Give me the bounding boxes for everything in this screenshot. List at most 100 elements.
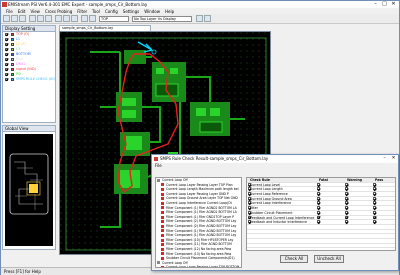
- report-icon[interactable]: [89, 15, 96, 22]
- pan-icon[interactable]: [63, 15, 70, 22]
- warning-checkbox[interactable]: [345, 192, 348, 196]
- warning-checkbox[interactable]: [345, 182, 348, 186]
- error-icon: [161, 229, 164, 233]
- maximize-button[interactable]: □: [380, 1, 389, 8]
- layer-checkbox[interactable]: [5, 37, 8, 41]
- rule-checkbox[interactable]: [248, 182, 251, 186]
- pass-checkbox[interactable]: [373, 196, 376, 200]
- rule-check-dialog: SMPS Rule Check Result-sample_smps_Cir_B…: [151, 154, 399, 271]
- pass-checkbox[interactable]: [373, 210, 376, 214]
- error-icon: [161, 243, 164, 247]
- layer-checkbox[interactable]: [5, 57, 8, 61]
- fatal-checkbox[interactable]: [317, 206, 320, 210]
- menu-config[interactable]: Config: [105, 9, 118, 14]
- warning-checkbox[interactable]: [345, 187, 348, 191]
- layer-checkbox[interactable]: [5, 67, 8, 71]
- layer-combo[interactable]: TOP: [99, 16, 129, 22]
- dialog-title: SMPS Rule Check Result-sample_smps_Cir_B…: [152, 155, 398, 163]
- fatal-checkbox[interactable]: [317, 182, 320, 186]
- refresh-icon[interactable]: [196, 15, 203, 22]
- menu-window[interactable]: Window: [144, 9, 160, 14]
- menu-file[interactable]: File: [6, 9, 13, 14]
- dialog-menu-file[interactable]: File: [155, 163, 162, 168]
- rule-check-icon[interactable]: [81, 15, 88, 22]
- rule-checkbox[interactable]: [248, 196, 251, 200]
- pass-checkbox[interactable]: [373, 206, 376, 210]
- layer-checkbox[interactable]: [5, 72, 8, 76]
- pass-checkbox[interactable]: [373, 220, 376, 224]
- global-view-title: Global View: [3, 126, 55, 132]
- rule-checkbox[interactable]: [248, 220, 251, 224]
- new-icon[interactable]: [3, 15, 10, 22]
- copper-pour: [124, 50, 146, 64]
- uncheck-all-button[interactable]: Uncheck All: [314, 255, 344, 263]
- fatal-checkbox[interactable]: [317, 196, 320, 200]
- layer-checkbox[interactable]: [5, 32, 8, 36]
- warning-checkbox[interactable]: [345, 220, 348, 224]
- rule-checkbox[interactable]: [248, 215, 251, 219]
- dialog-minimize-button[interactable]: –: [380, 155, 389, 163]
- error-icon: [161, 256, 164, 260]
- fatal-checkbox[interactable]: [317, 220, 320, 224]
- layer-checkbox[interactable]: [5, 42, 8, 46]
- layer-color-swatch: [11, 48, 14, 51]
- layer-row[interactable]: SMPS RULE CHECK (ID): [3, 77, 55, 82]
- close-button[interactable]: ✕: [389, 1, 398, 8]
- menu-view[interactable]: View: [30, 9, 40, 14]
- pass-checkbox[interactable]: [373, 215, 376, 219]
- result-tree[interactable]: Current Loop Off Current Loop Layer Passi…: [155, 177, 242, 268]
- measure-icon[interactable]: [71, 15, 78, 22]
- layer-checkbox[interactable]: [5, 47, 8, 51]
- settings-icon[interactable]: [204, 15, 211, 22]
- pass-checkbox[interactable]: [373, 201, 376, 205]
- warning-checkbox[interactable]: [345, 201, 348, 205]
- minimize-button[interactable]: –: [371, 1, 380, 8]
- layer-label: SMPS RULE CHECK (ID): [15, 77, 55, 81]
- select-icon[interactable]: [55, 15, 62, 22]
- rule-checkbox[interactable]: [248, 192, 251, 196]
- rule-checkbox[interactable]: [248, 201, 251, 205]
- menu-tool[interactable]: Tool: [92, 9, 100, 14]
- check-all-button[interactable]: Check All: [280, 255, 308, 263]
- pass-checkbox[interactable]: [373, 182, 376, 186]
- layer-checkbox[interactable]: [5, 77, 8, 81]
- open-icon[interactable]: [11, 15, 18, 22]
- layer-checkbox[interactable]: [5, 52, 8, 56]
- zoom-in-icon[interactable]: [29, 15, 36, 22]
- tree-item[interactable]: Current Loop Layer Passing Layer TOP BOT…: [156, 265, 241, 267]
- rule-checkbox[interactable]: [248, 210, 251, 214]
- global-view-canvas[interactable]: [5, 134, 53, 246]
- menu-edit[interactable]: Edit: [18, 9, 26, 14]
- fatal-checkbox[interactable]: [317, 187, 320, 191]
- fatal-checkbox[interactable]: [317, 210, 320, 214]
- title-bar: EMIStream PSI Ver6.4-301 EMC Expert - sa…: [1, 1, 399, 8]
- menu-help[interactable]: Help: [165, 9, 174, 14]
- rule-checkbox[interactable]: [248, 187, 251, 191]
- layer-color-swatch: [11, 68, 14, 71]
- warning-checkbox[interactable]: [345, 215, 348, 219]
- menu-settings[interactable]: Settings: [123, 9, 139, 14]
- menu-filter[interactable]: Filter: [77, 9, 87, 14]
- error-icon: [157, 261, 160, 265]
- component-pad: [196, 108, 206, 116]
- dialog-menu: File: [152, 163, 398, 169]
- menu-cross-probing[interactable]: Cross Probing: [45, 9, 72, 14]
- filter-combo[interactable]: No Top Layer Vs Display: [132, 16, 192, 22]
- component-pad: [122, 98, 136, 106]
- warning-checkbox[interactable]: [345, 210, 348, 214]
- layer-checkbox[interactable]: [5, 62, 8, 66]
- fatal-checkbox[interactable]: [317, 215, 320, 219]
- layer-color-swatch: [11, 53, 14, 56]
- pass-checkbox[interactable]: [373, 192, 376, 196]
- warning-checkbox[interactable]: [345, 196, 348, 200]
- rule-checkbox[interactable]: [248, 206, 251, 210]
- component-pad: [122, 110, 136, 118]
- zoom-out-icon[interactable]: [37, 15, 44, 22]
- save-icon[interactable]: [19, 15, 26, 22]
- zoom-fit-icon[interactable]: [45, 15, 52, 22]
- pass-checkbox[interactable]: [373, 187, 376, 191]
- warning-checkbox[interactable]: [345, 206, 348, 210]
- dialog-close-button[interactable]: ✕: [389, 155, 398, 163]
- fatal-checkbox[interactable]: [317, 192, 320, 196]
- fatal-checkbox[interactable]: [317, 201, 320, 205]
